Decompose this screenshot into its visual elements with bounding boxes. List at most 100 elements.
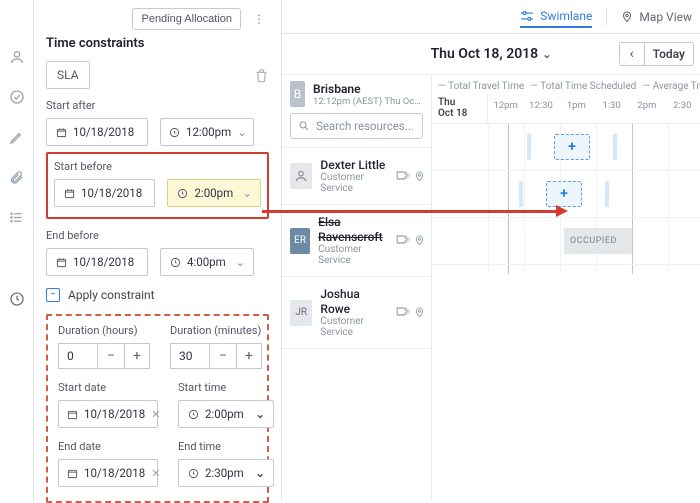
end-time-value: 2:30pm [205,466,244,480]
end-time-picker[interactable]: 2:30pm ⌄ [178,459,274,487]
chevron-down-icon[interactable]: ⌄ [542,48,551,61]
timeline-tick: 12:30 [523,94,558,123]
more-menu-icon[interactable]: ⋮ [249,12,269,26]
chevron-down-icon: ⌄ [242,186,252,200]
calendar-icon [67,408,78,420]
duration-minutes-value[interactable]: 30 [170,343,210,369]
end-before-time-value: 4:00pm [187,255,226,269]
swimlane-view-tab[interactable]: Swimlane [520,9,592,28]
map-view-tab[interactable]: Map View [621,10,692,24]
meta-scheduled: Total Time Scheduled [530,81,636,92]
resource-row[interactable]: ERElsa RavenscroftCustomer Service [282,205,431,277]
clock-icon [169,256,181,268]
calendar-icon [55,126,67,138]
resource-row[interactable]: JR Joshua RoweCustomer Service [282,277,431,349]
add-slot-button[interactable]: + [554,134,590,160]
duration-minutes-stepper[interactable]: 30 − + [170,343,262,369]
slot-handle[interactable] [519,181,523,207]
start-date-label: Start date [58,381,158,394]
timeline-tick: 1:30 [594,94,629,123]
add-slot-button[interactable]: + [546,181,582,207]
pending-allocation-button[interactable]: Pending Allocation [132,8,241,30]
start-date-picker[interactable]: 10/18/2018 ✕ [58,400,158,428]
region-header[interactable]: B Brisbane 12:12pm (AEST) Thu Oct 18, 20… [290,81,423,107]
resource-role: Customer Service [320,172,388,194]
tag-icon [396,170,410,183]
trash-icon[interactable] [254,68,269,83]
prev-day-button[interactable]: ‹ [619,42,645,66]
meta-travel: Total Travel Time [438,81,524,92]
current-date[interactable]: Thu Oct 18, 2018 [431,46,539,62]
avatar: JR [290,300,312,326]
start-before-time-picker[interactable]: 2:00pm ⌄ [167,179,261,207]
map-pin-icon [621,10,633,24]
start-after-label: Start after [46,99,269,112]
resource-role: Customer Service [318,244,388,266]
plus-button[interactable]: + [236,343,262,369]
start-before-label: Start before [54,160,261,173]
map-pin-icon [414,170,425,183]
timeline-tick: 2:30 [665,94,700,123]
tag-icon [396,234,410,247]
clock-icon [169,126,180,138]
start-time-value: 2:00pm [205,407,244,421]
clear-icon[interactable]: ✕ [151,467,160,480]
start-before-date-value: 10/18/2018 [81,186,142,200]
constraints-panel: Pending Allocation ⋮ Time constraints SL… [34,0,282,501]
duration-hours-label: Duration (hours) [58,324,150,337]
map-pin-icon [414,234,425,247]
attachment-icon[interactable] [8,168,26,186]
timeline-tick: 2pm [629,94,664,123]
pencil-icon[interactable] [8,128,26,146]
duration-highlight: Duration (hours) 0 − + Duration (minutes… [46,314,269,503]
swimlane-label: Swimlane [540,9,592,23]
start-before-date-picker[interactable]: 10/18/2018 [54,179,155,207]
start-after-date-value: 10/18/2018 [73,125,134,139]
person-icon[interactable] [8,48,26,66]
today-button[interactable]: Today [645,42,694,66]
slot-handle[interactable] [527,134,531,160]
resource-row[interactable]: Dexter LittleCustomer Service [282,148,431,205]
search-resources-input[interactable]: Search resources... [290,113,423,139]
end-before-label: End before [46,229,269,242]
avatar: ER [290,228,310,254]
tag-icon [396,306,410,319]
clock-icon [187,408,199,420]
minus-button[interactable]: − [210,343,236,369]
clock-icon[interactable] [8,290,26,308]
plus-button[interactable]: + [124,343,150,369]
resource-name: Joshua Rowe [320,287,388,316]
start-time-picker[interactable]: 2:00pm ⌄ [178,400,274,428]
clear-icon[interactable]: ✕ [151,408,160,421]
resource-role: Customer Service [320,316,388,338]
end-before-time-picker[interactable]: 4:00pm ⌄ [160,248,254,276]
end-date-picker[interactable]: 10/18/2018 ✕ [58,459,158,487]
view-switcher: Swimlane Map View [282,0,700,34]
duration-hours-stepper[interactable]: 0 − + [58,343,150,369]
apply-constraint-checkbox[interactable]: − [46,288,60,302]
map-pin-icon [414,306,425,319]
calendar-icon [63,187,75,199]
chevron-down-icon: ⌄ [255,407,265,421]
start-after-time-value: 12:00pm [186,125,231,139]
slot-handle[interactable] [605,181,609,207]
start-date-value: 10/18/2018 [84,407,145,421]
map-view-label: Map View [639,10,692,24]
schedule-area: Swimlane Map View Thu Oct 18, 2018 ⌄ ‹ T… [282,0,700,501]
date-bar: Thu Oct 18, 2018 ⌄ ‹ Today [282,34,700,74]
check-circle-icon[interactable] [8,88,26,106]
chevron-down-icon: ⌄ [237,125,247,139]
end-before-date-picker[interactable]: 10/18/2018 [46,248,148,276]
list-icon[interactable] [8,208,26,226]
end-before-date-value: 10/18/2018 [73,255,134,269]
timeline-row[interactable]: OCCUPIED [432,218,700,265]
start-after-date-picker[interactable]: 10/18/2018 [46,118,148,146]
start-after-time-picker[interactable]: 12:00pm ⌄ [160,118,254,146]
timeline-row[interactable]: + [432,124,700,171]
timeline-row[interactable]: + [432,171,700,218]
slot-handle[interactable] [613,134,617,160]
duration-hours-value[interactable]: 0 [58,343,98,369]
chevron-down-icon: ⌄ [255,466,265,480]
sla-chip[interactable]: SLA [46,61,90,89]
minus-button[interactable]: − [98,343,124,369]
